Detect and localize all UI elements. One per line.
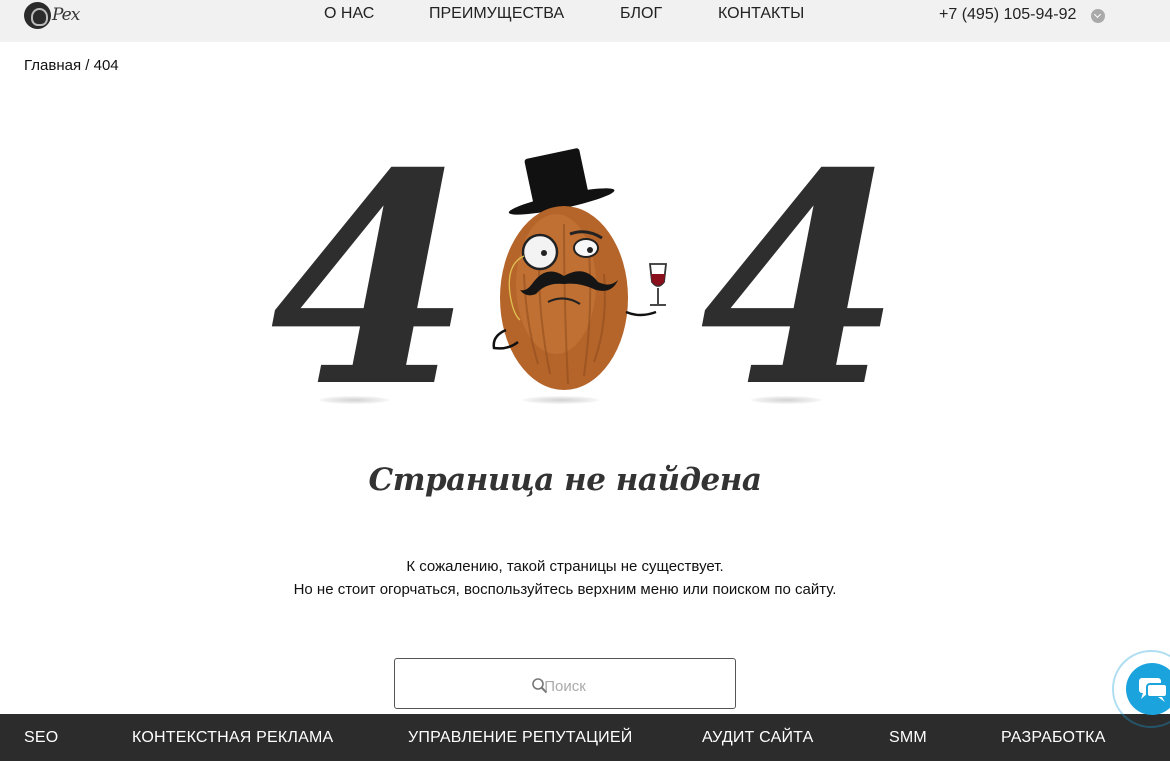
site-header: Pex О НАС ПРЕИМУЩЕСТВА БЛОГ КОНТАКТЫ +7 …	[0, 0, 1170, 42]
nut-shadow	[522, 396, 600, 404]
error-message-line1: К сожалению, такой страницы не существуе…	[406, 558, 724, 575]
breadcrumb-current: 404	[93, 57, 119, 74]
service-link-reputation[interactable]: УПРАВЛЕНИЕ РЕПУТАЦИЕЙ	[408, 729, 632, 747]
search-input[interactable]	[395, 659, 735, 708]
logo-text: Pex	[52, 5, 80, 25]
chat-bubble-icon	[1139, 678, 1168, 702]
service-link-audit[interactable]: АУДИТ САЙТА	[702, 729, 813, 747]
error-digit-left: 4	[270, 111, 472, 451]
digit-shadow-left	[318, 396, 390, 404]
error-message-line2: Но не стоит огорчаться, воспользуйтесь в…	[293, 581, 837, 598]
chevron-down-icon[interactable]	[1091, 9, 1105, 23]
breadcrumb-separator: /	[81, 57, 94, 74]
chat-open-button[interactable]	[1126, 663, 1170, 715]
chat-widget	[1112, 650, 1170, 728]
error-404-illustration: 4 4	[260, 136, 902, 426]
nav-contacts[interactable]: КОНТАКТЫ	[718, 5, 804, 23]
service-link-smm[interactable]: SMM	[889, 729, 927, 747]
service-link-development[interactable]: РАЗРАБОТКА	[1001, 729, 1106, 747]
error-digit-right: 4	[700, 111, 902, 451]
nav-about[interactable]: О НАС	[324, 5, 374, 23]
page-title: Страница не найдена	[368, 462, 762, 498]
breadcrumb: Главная / 404	[24, 57, 119, 74]
nav-advantages[interactable]: ПРЕИМУЩЕСТВА	[429, 5, 564, 23]
header-phone[interactable]: +7 (495) 105-94-92	[939, 6, 1076, 24]
breadcrumb-home[interactable]: Главная	[24, 57, 81, 74]
site-logo[interactable]: Pex	[24, 2, 80, 30]
site-search	[394, 658, 736, 709]
lion-logo-icon	[24, 2, 51, 29]
service-link-context-ads[interactable]: КОНТЕКСТНАЯ РЕКЛАМА	[132, 729, 333, 747]
service-link-seo[interactable]: SEO	[24, 729, 58, 747]
almond-mascot-icon	[492, 148, 668, 390]
digit-shadow-right	[750, 396, 822, 404]
nav-blog[interactable]: БЛОГ	[620, 5, 662, 23]
services-nav: SEO КОНТЕКСТНАЯ РЕКЛАМА УПРАВЛЕНИЕ РЕПУТ…	[0, 714, 1170, 761]
